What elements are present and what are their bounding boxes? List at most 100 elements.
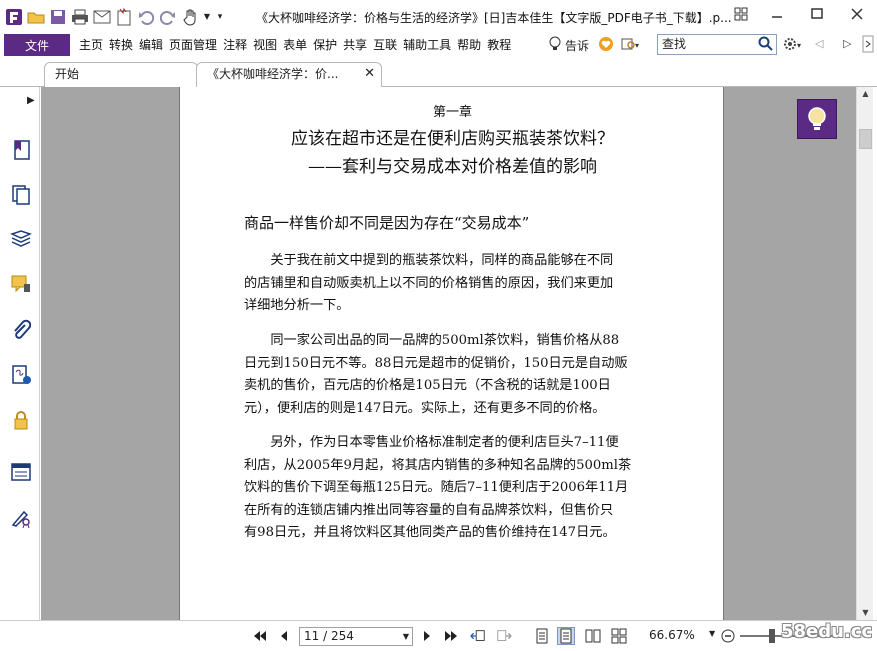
chapter-subtitle: ——套利与交易成本对价格差值的影响 [308,157,597,177]
scroll-down-icon[interactable]: ▼ [857,606,874,620]
minimize-button[interactable] [757,0,797,28]
document-tabs: 开始 《大杯咖啡经济学：价... ✕ [0,60,877,87]
svg-text:▾: ▾ [797,41,801,50]
previous-page-icon[interactable] [276,628,292,644]
heart-icon[interactable] [598,36,614,55]
menu-protect[interactable]: 保护 [310,34,340,56]
pages-thumbnail-icon[interactable] [10,184,32,206]
chevron-down-icon[interactable]: ▼ [203,8,211,26]
text-line: 另外，作为日本零售业价格标准制定者的便利店巨头7–11便 [244,435,619,450]
tell-me-input[interactable]: 告诉 [565,37,589,54]
settings-gear-icon[interactable]: ▾ [782,36,804,55]
signature-icon[interactable] [10,364,32,386]
continuous-view-icon[interactable] [557,627,575,645]
comments-icon[interactable] [10,274,32,296]
ribbon-tabs: 主页 转换 编辑 页面管理 注释 视图 表单 保护 共享 互联 辅助工具 帮助 … [76,34,514,56]
maximize-button[interactable] [797,0,837,28]
text-line: 卖机的售价，百元店的价格是105日元（不含税的话就是100日 [244,378,611,393]
lock-icon[interactable] [10,409,32,431]
text-line: 利店，从2005年9月起，将其店内销售的多种知名品牌的500ml茶 [244,457,632,473]
zoom-slider-thumb[interactable] [769,629,775,643]
next-view-icon[interactable] [496,628,512,644]
close-icon[interactable]: ✕ [364,63,375,85]
text-line: 饮料的售价下调至每瓶125日元。随后7–11便利店于2006年11月 [244,480,629,495]
scrollbar-thumb[interactable] [859,129,872,149]
menu-edit[interactable]: 编辑 [136,34,166,56]
bookmark-icon[interactable] [10,139,32,161]
layers-icon[interactable] [10,229,32,251]
undo-icon[interactable] [137,8,155,26]
menu-form[interactable]: 表单 [280,34,310,56]
print-icon[interactable] [71,8,89,26]
file-menu-button[interactable]: 文件 [4,34,70,56]
window-title: 《大杯咖啡经济学：价格与生活的经济学》[日]吉本佳生【文字版_PDF电子书_下载… [256,11,732,25]
tips-lightbulb-button[interactable] [797,99,837,139]
menu-accessibility[interactable]: 辅助工具 [400,34,454,56]
attachment-icon[interactable] [10,319,32,341]
zoom-out-icon[interactable] [720,628,736,644]
customize-toolbar-icon[interactable]: ▾ [215,8,225,26]
document-viewport[interactable]: 第一章 应该在超市还是在便利店购买瓶装茶饮料？ ——套利与交易成本对价格差值的影… [41,87,856,620]
text-line: 有98日元，并且将饮料区其他同类产品的售价维持在147日元。 [244,525,616,540]
zoom-level[interactable]: 66.67% [649,628,695,642]
first-page-icon[interactable] [252,628,268,644]
paragraph: 同一家公司出品的同一品牌的500ml茶饮料，销售价格从88 日元到150日元不等… [244,330,662,420]
menu-convert[interactable]: 转换 [106,34,136,56]
previous-view-icon[interactable] [470,628,486,644]
find-options-icon[interactable]: ▾ [621,36,641,55]
nav-back-icon[interactable]: ◁ [815,37,823,50]
chapter-title: 应该在超市还是在便利店购买瓶装茶饮料？ [291,129,614,149]
text-line: 在所有的连锁店铺内推出同等容量的自有品牌茶饮料，但售价只 [244,502,614,518]
email-icon[interactable] [93,8,111,26]
menu-connect[interactable]: 互联 [370,34,400,56]
page-number-text: 11 / 254 [304,629,354,643]
layout-icon[interactable] [725,0,757,28]
search-icon[interactable] [758,36,774,55]
text-line: 元），便利店的则是147日元。实际上，还有更多不同的价格。 [244,400,606,416]
tab-start[interactable]: 开始 [44,62,198,87]
save-icon[interactable] [49,8,67,26]
page-number-input[interactable]: 11 / 254 ▼ [299,627,413,646]
tab-label: 《大杯咖啡经济学：价... [207,67,339,81]
hand-tool-icon[interactable] [181,8,199,26]
title-bar: ▼ ▾ 《大杯咖啡经济学：价格与生活的经济学》[日]吉本佳生【文字版_PDF电子… [0,0,877,33]
chapter-label: 第一章 [432,105,472,120]
app-logo-icon[interactable] [5,8,23,26]
form-fields-icon[interactable] [10,461,32,483]
quick-access-toolbar: ▼ ▾ [0,7,225,26]
vertical-scrollbar[interactable]: ▲ ▼ [856,87,873,620]
close-button[interactable] [837,0,877,28]
text-line: 同一家公司出品的同一品牌的500ml茶饮料，销售价格从88 [244,333,620,348]
new-document-icon[interactable] [115,7,133,26]
expand-panel-icon[interactable]: ▶ [27,95,35,106]
ribbon-toggle-icon[interactable] [862,35,874,56]
menu-bar: 文件 主页 转换 编辑 页面管理 注释 视图 表单 保护 共享 互联 辅助工具 … [0,33,877,57]
tab-label: 开始 [55,67,80,81]
next-page-icon[interactable] [419,628,435,644]
last-page-icon[interactable] [443,628,459,644]
menu-tutorial[interactable]: 教程 [484,34,514,56]
chevron-down-icon[interactable]: ▼ [403,628,409,645]
menu-home[interactable]: 主页 [76,34,106,56]
continuous-facing-view-icon[interactable] [611,628,627,644]
menu-view[interactable]: 视图 [250,34,280,56]
tab-document[interactable]: 《大杯咖啡经济学：价... ✕ [196,62,382,87]
single-page-view-icon[interactable] [534,628,550,644]
menu-help[interactable]: 帮助 [454,34,484,56]
facing-view-icon[interactable] [585,628,601,644]
lightbulb-icon[interactable] [548,36,562,55]
menu-page-management[interactable]: 页面管理 [166,34,220,56]
text-line: 关于我在前文中提到的瓶装茶饮料，同样的商品能够在不同 [244,253,614,268]
open-folder-icon[interactable] [27,8,45,26]
menu-share[interactable]: 共享 [340,34,370,56]
paragraph: 另外，作为日本零售业价格标准制定者的便利店巨头7–11便 利店，从2005年9月… [244,432,662,545]
menu-comment[interactable]: 注释 [220,34,250,56]
nav-forward-icon[interactable]: ▷ [843,37,851,50]
chevron-down-icon[interactable]: ▼ [709,629,715,638]
certificate-icon[interactable] [10,507,32,529]
pdf-page: 第一章 应该在超市还是在便利店购买瓶装茶饮料？ ——套利与交易成本对价格差值的影… [179,87,724,620]
status-bar: 11 / 254 ▼ 66.67% ▼ 58edu.cc [0,620,877,651]
paragraph: 关于我在前文中提到的瓶装茶饮料，同样的商品能够在不同 的店铺里和自动贩卖机上以不… [244,250,662,318]
redo-icon[interactable] [159,8,177,26]
scroll-up-icon[interactable]: ▲ [857,87,874,101]
